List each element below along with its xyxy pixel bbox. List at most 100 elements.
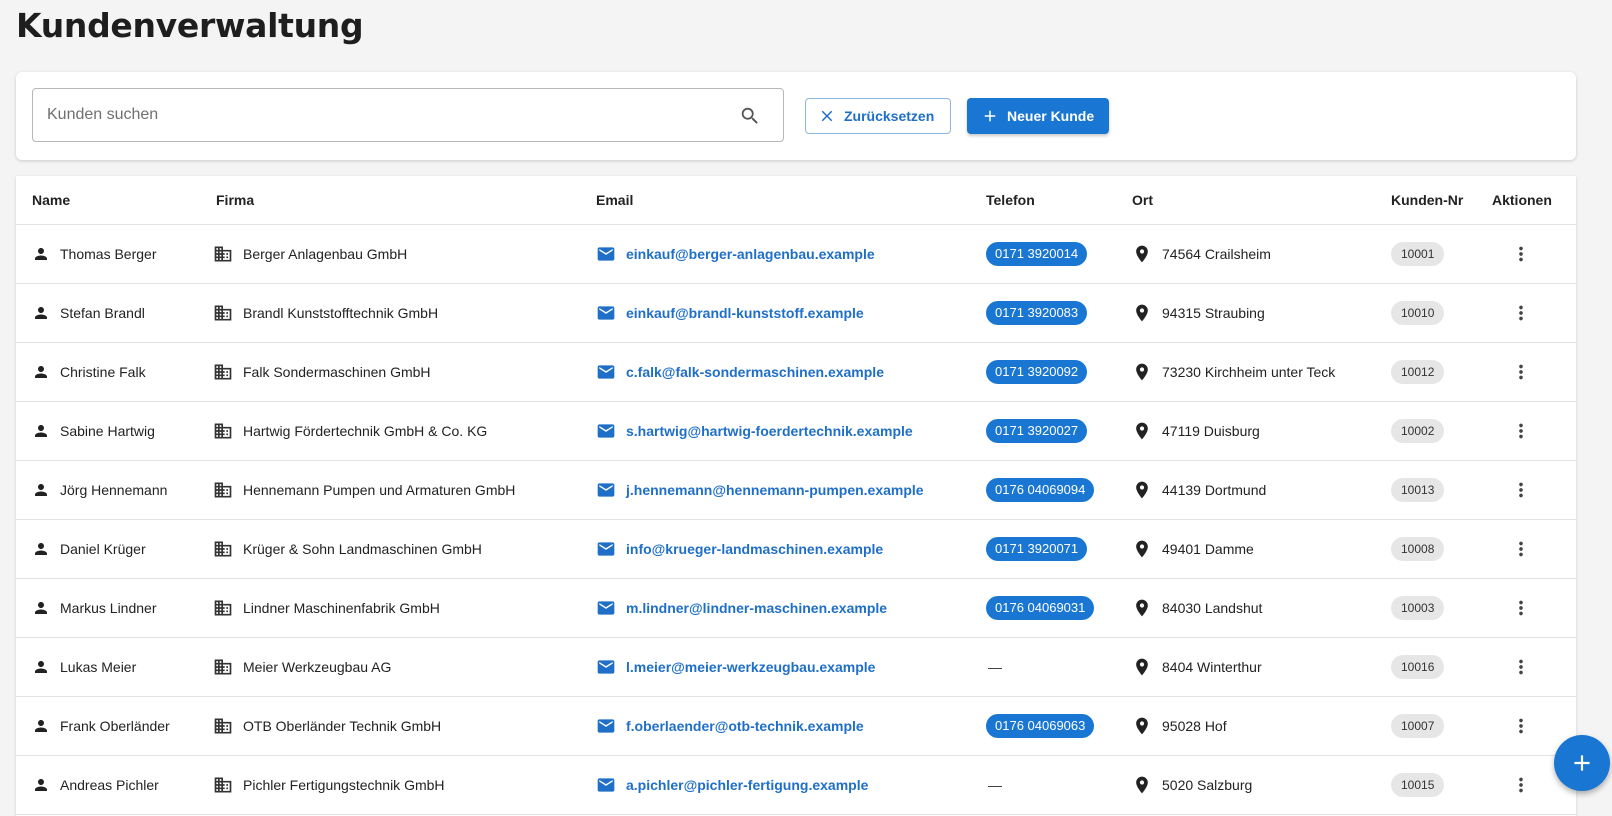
row-actions-button[interactable] bbox=[1510, 638, 1532, 696]
customer-email-link[interactable]: m.lindner@lindner-maschinen.example bbox=[626, 600, 887, 616]
table-row[interactable]: Christine Falk Falk Sondermaschinen GmbH c… bbox=[16, 343, 1576, 402]
more-vert-icon[interactable] bbox=[1510, 479, 1532, 501]
more-vert-icon[interactable] bbox=[1510, 243, 1532, 265]
table-row[interactable]: Lukas Meier Meier Werkzeugbau AG l.meier@m… bbox=[16, 638, 1576, 697]
cell-email: l.meier@meier-werkzeugbau.example bbox=[596, 638, 875, 696]
location-pin-icon bbox=[1136, 481, 1148, 499]
search-input[interactable] bbox=[33, 89, 737, 141]
phone-chip[interactable]: 0176 04069031 bbox=[986, 596, 1095, 620]
cell-ort: 94315 Straubing bbox=[1132, 284, 1265, 342]
more-vert-icon[interactable] bbox=[1510, 597, 1532, 619]
table-row[interactable]: Stefan Brandl Brandl Kunststofftechnik Gm… bbox=[16, 284, 1576, 343]
customer-email-link[interactable]: s.hartwig@hartwig-foerdertechnik.example bbox=[626, 423, 913, 439]
more-vert-icon[interactable] bbox=[1510, 420, 1532, 442]
customer-number-chip: 10002 bbox=[1391, 419, 1445, 443]
customer-email-link[interactable]: einkauf@berger-anlagenbau.example bbox=[626, 246, 875, 262]
table-row[interactable]: Andreas Pichler Pichler Fertigungstechnik… bbox=[16, 756, 1576, 815]
customer-number-chip: 10012 bbox=[1391, 360, 1445, 384]
column-header-ort[interactable]: Ort bbox=[1132, 192, 1153, 208]
customer-email-link[interactable]: c.falk@falk-sondermaschinen.example bbox=[626, 364, 884, 380]
more-vert-icon[interactable] bbox=[1510, 656, 1532, 678]
customer-number-chip: 10016 bbox=[1391, 655, 1445, 679]
cell-email: einkauf@brandl-kunststoff.example bbox=[596, 284, 864, 342]
table-row[interactable]: Jörg Hennemann Hennemann Pumpen und Armat… bbox=[16, 461, 1576, 520]
row-actions-button[interactable] bbox=[1510, 343, 1532, 401]
cell-ort: 49401 Damme bbox=[1132, 520, 1254, 578]
customer-name: Stefan Brandl bbox=[60, 305, 145, 321]
column-header-name[interactable]: Name bbox=[32, 192, 70, 208]
building-icon bbox=[214, 659, 232, 675]
cell-kunden-nr: 10016 bbox=[1391, 638, 1445, 696]
cell-telefon: — bbox=[986, 638, 1002, 696]
row-actions-button[interactable] bbox=[1510, 579, 1532, 637]
column-header-kunden-nr[interactable]: Kunden-Nr bbox=[1391, 192, 1463, 208]
table-header: Name Firma Email Telefon Ort Kunden-Nr A… bbox=[16, 176, 1576, 225]
phone-chip[interactable]: 0176 04069094 bbox=[986, 478, 1095, 502]
phone-chip[interactable]: 0171 3920092 bbox=[986, 360, 1088, 384]
customer-email-link[interactable]: einkauf@brandl-kunststoff.example bbox=[626, 305, 864, 321]
more-vert-icon[interactable] bbox=[1510, 361, 1532, 383]
person-icon bbox=[35, 425, 47, 437]
customer-email-link[interactable]: a.pichler@pichler-fertigung.example bbox=[626, 777, 868, 793]
row-actions-button[interactable] bbox=[1510, 756, 1532, 814]
more-vert-icon[interactable] bbox=[1510, 715, 1532, 737]
phone-chip[interactable]: 0176 04069063 bbox=[986, 714, 1095, 738]
add-customer-fab[interactable] bbox=[1554, 735, 1610, 791]
search-field[interactable] bbox=[32, 88, 784, 142]
more-vert-icon[interactable] bbox=[1510, 774, 1532, 796]
more-vert-icon[interactable] bbox=[1510, 538, 1532, 560]
customer-email-link[interactable]: f.oberlaender@otb-technik.example bbox=[626, 718, 864, 734]
cell-kunden-nr: 10010 bbox=[1391, 284, 1445, 342]
cell-kunden-nr: 10013 bbox=[1391, 461, 1445, 519]
row-actions-button[interactable] bbox=[1510, 225, 1532, 283]
cell-email: einkauf@berger-anlagenbau.example bbox=[596, 225, 875, 283]
table-row[interactable]: Sabine Hartwig Hartwig Fördertechnik GmbH… bbox=[16, 402, 1576, 461]
cell-kunden-nr: 10002 bbox=[1391, 402, 1445, 460]
cell-telefon: 0171 3920014 bbox=[986, 225, 1088, 283]
person-icon bbox=[35, 307, 47, 319]
customer-number-chip: 10003 bbox=[1391, 596, 1445, 620]
table-row[interactable]: Markus Lindner Lindner Maschinenfabrik Gm… bbox=[16, 579, 1576, 638]
customer-location: 95028 Hof bbox=[1162, 718, 1227, 734]
cell-telefon: 0176 04069094 bbox=[986, 461, 1095, 519]
customer-location: 44139 Dortmund bbox=[1162, 482, 1267, 498]
customer-email-link[interactable]: info@krueger-landmaschinen.example bbox=[626, 541, 883, 557]
phone-chip[interactable]: 0171 3920071 bbox=[986, 537, 1088, 561]
customer-location: 47119 Duisburg bbox=[1162, 423, 1260, 439]
row-actions-button[interactable] bbox=[1510, 284, 1532, 342]
plus-icon bbox=[984, 110, 996, 122]
table-row[interactable]: Thomas Berger Berger Anlagenbau GmbH einka… bbox=[16, 225, 1576, 284]
customer-email-link[interactable]: l.meier@meier-werkzeugbau.example bbox=[626, 659, 875, 675]
phone-empty: — bbox=[988, 777, 1002, 793]
cell-firma: Brandl Kunststofftechnik GmbH bbox=[213, 284, 438, 342]
row-actions-button[interactable] bbox=[1510, 402, 1532, 460]
more-vert-icon[interactable] bbox=[1510, 302, 1532, 324]
column-header-firma[interactable]: Firma bbox=[216, 192, 254, 208]
cell-name: Thomas Berger bbox=[32, 225, 156, 283]
customer-location: 74564 Crailsheim bbox=[1162, 246, 1271, 262]
phone-chip[interactable]: 0171 3920027 bbox=[986, 419, 1088, 443]
column-header-aktionen: Aktionen bbox=[1492, 192, 1552, 208]
cell-email: f.oberlaender@otb-technik.example bbox=[596, 697, 864, 755]
column-header-email[interactable]: Email bbox=[596, 192, 633, 208]
table-row[interactable]: Daniel Krüger Krüger & Sohn Landmaschinen… bbox=[16, 520, 1576, 579]
customer-email-link[interactable]: j.hennemann@hennemann-pumpen.example bbox=[626, 482, 924, 498]
phone-chip[interactable]: 0171 3920083 bbox=[986, 301, 1088, 325]
column-header-telefon[interactable]: Telefon bbox=[986, 192, 1035, 208]
row-actions-button[interactable] bbox=[1510, 520, 1532, 578]
search-icon[interactable] bbox=[739, 105, 761, 127]
reset-button[interactable]: Zurücksetzen bbox=[805, 98, 951, 134]
cell-kunden-nr: 10001 bbox=[1391, 225, 1445, 283]
customer-name: Markus Lindner bbox=[60, 600, 157, 616]
customer-name: Lukas Meier bbox=[60, 659, 137, 675]
row-actions-button[interactable] bbox=[1510, 697, 1532, 755]
phone-chip[interactable]: 0171 3920014 bbox=[986, 242, 1088, 266]
new-customer-button[interactable]: Neuer Kunde bbox=[967, 98, 1109, 134]
cell-kunden-nr: 10012 bbox=[1391, 343, 1445, 401]
row-actions-button[interactable] bbox=[1510, 461, 1532, 519]
customer-company: Falk Sondermaschinen GmbH bbox=[243, 364, 431, 380]
customer-name: Jörg Hennemann bbox=[60, 482, 168, 498]
customer-name: Christine Falk bbox=[60, 364, 146, 380]
table-row[interactable]: Frank Oberländer OTB Oberländer Technik G… bbox=[16, 697, 1576, 756]
location-pin-icon bbox=[1136, 422, 1148, 440]
